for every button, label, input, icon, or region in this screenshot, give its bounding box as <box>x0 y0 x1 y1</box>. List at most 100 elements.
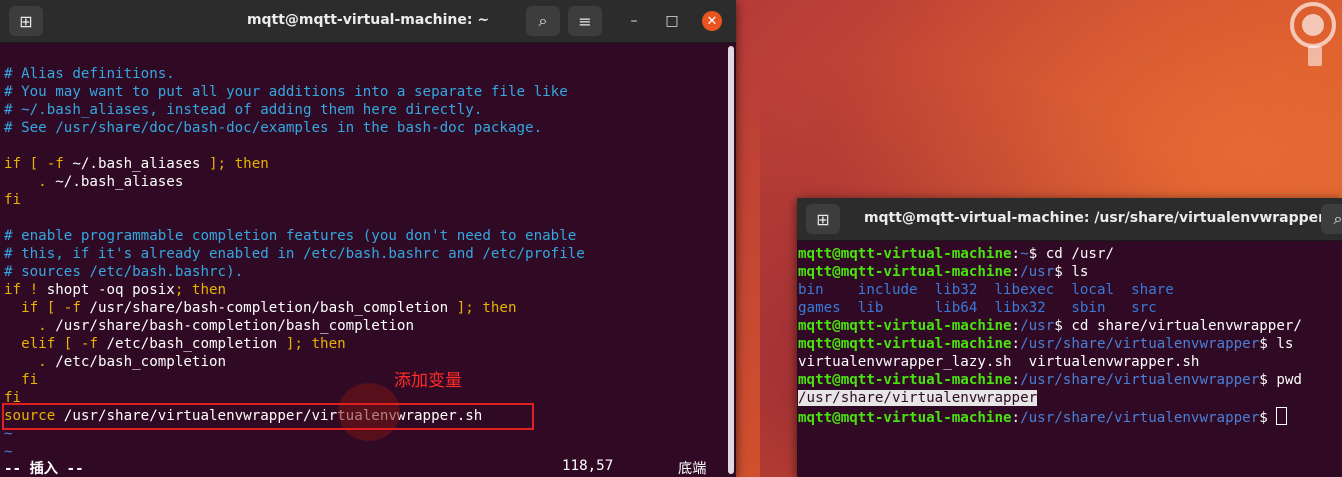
line-segment: . <box>4 318 56 334</box>
line-segment: /usr/share/bash-completion/bash_completi… <box>89 300 457 316</box>
terminal-line: games lib lib64 libx32 sbin src <box>798 299 1302 317</box>
terminal-line: # Alias definitions. <box>4 65 585 83</box>
left-scrollbar[interactable] <box>728 46 734 474</box>
maximize-icon[interactable]: □ <box>662 11 682 31</box>
line-segment: mqtt@mqtt-virtual-machine <box>798 336 1012 352</box>
terminal-line: fi <box>4 371 585 389</box>
line-segment: ]; then <box>456 300 517 316</box>
line-segment: $ pwd <box>1259 372 1302 388</box>
line-segment: /etc/bash_completion <box>106 336 286 352</box>
scroll-location: 底端 <box>678 461 707 477</box>
line-segment: $ <box>1259 410 1277 426</box>
search-icon[interactable]: ⌕ <box>1321 204 1342 234</box>
line-segment: mqtt@mqtt-virtual-machine <box>798 372 1012 388</box>
terminal-line: mqtt@mqtt-virtual-machine:/usr/share/vir… <box>798 335 1302 353</box>
terminal-line: mqtt@mqtt-virtual-machine:/usr$ cd share… <box>798 317 1302 335</box>
right-window-title: mqtt@mqtt-virtual-machine: /usr/share/vi… <box>863 210 1326 226</box>
terminal-line: mqtt@mqtt-virtual-machine:/usr$ ls <box>798 263 1302 281</box>
left-titlebar[interactable]: ⊞ mqtt@mqtt-virtual-machine: ~ ⌕ ≡ – □ ✕ <box>0 0 736 43</box>
line-segment: # See /usr/share/doc/bash-doc/examples i… <box>4 120 543 136</box>
line-segment: ]; then <box>209 156 269 172</box>
shell-output[interactable]: mqtt@mqtt-virtual-machine:~$ cd /usr/mqt… <box>798 245 1302 426</box>
line-segment: # ~/.bash_aliases, instead of adding the… <box>4 102 483 118</box>
line-segment: /usr/share/virtualenvwrapper <box>1020 410 1260 426</box>
terminal-line: # You may want to put all your additions… <box>4 83 585 101</box>
terminal-line: bin include lib32 libexec local share <box>798 281 1302 299</box>
terminal-line: virtualenvwrapper_lazy.sh virtualenvwrap… <box>798 353 1302 371</box>
ubuntu-logo-icon <box>1290 2 1336 66</box>
line-segment: # enable programmable completion feature… <box>4 228 577 244</box>
line-segment: games lib lib64 libx32 sbin src <box>798 300 1157 316</box>
line-segment: virtualenvwrapper_lazy.sh virtualenvwrap… <box>798 354 1200 370</box>
terminal-line: # this, if it's already enabled in /etc/… <box>4 245 585 263</box>
line-segment: ~ <box>1020 246 1029 262</box>
line-segment: bin include lib32 libexec local share <box>798 282 1174 298</box>
annotation-highlight-box <box>2 403 534 430</box>
terminal-line: # See /usr/share/doc/bash-doc/examples i… <box>4 119 585 137</box>
terminal-line: . ~/.bash_aliases <box>4 173 585 191</box>
line-segment: $ ls <box>1054 264 1089 280</box>
terminal-line: /usr/share/virtualenvwrapper <box>798 389 1302 407</box>
line-segment: if [ <box>4 156 47 172</box>
annotation-label: 添加变量 <box>394 371 462 391</box>
terminal-line: # ~/.bash_aliases, instead of adding the… <box>4 101 585 119</box>
terminal-line: elif [ -f /etc/bash_completion ]; then <box>4 335 585 353</box>
line-segment: # this, if it's already enabled in /etc/… <box>4 246 585 262</box>
close-icon[interactable]: ✕ <box>702 11 722 31</box>
line-segment: $ cd /usr/ <box>1028 246 1115 262</box>
terminal-line: # enable programmable completion feature… <box>4 227 585 245</box>
minimize-icon[interactable]: – <box>624 11 644 31</box>
line-segment: ~/.bash_aliases <box>72 156 210 172</box>
line-segment: # You may want to put all your additions… <box>4 84 568 100</box>
line-segment: : <box>1011 246 1021 262</box>
terminal-line: fi <box>4 191 585 209</box>
cursor-position: 118,57 <box>562 458 614 474</box>
line-segment: elif [ <box>4 336 81 352</box>
line-segment: : <box>1011 264 1021 280</box>
line-segment: mqtt@mqtt-virtual-machine <box>798 264 1012 280</box>
line-segment: /usr/share/bash-completion/bash_completi… <box>55 318 414 334</box>
line-segment: : <box>1011 410 1021 426</box>
left-terminal-window[interactable]: ⊞ mqtt@mqtt-virtual-machine: ~ ⌕ ≡ – □ ✕… <box>0 0 736 477</box>
vim-status-line: -- 插入 -- 118,57 底端 <box>4 458 724 477</box>
terminal-line: mqtt@mqtt-virtual-machine:/usr/share/vir… <box>798 407 1302 426</box>
terminal-line: mqtt@mqtt-virtual-machine:~$ cd /usr/ <box>798 245 1302 263</box>
text-cursor <box>1276 407 1288 425</box>
terminal-line: if ! shopt -oq posix; then <box>4 281 585 299</box>
terminal-line: . /usr/share/bash-completion/bash_comple… <box>4 317 585 335</box>
vim-mode: -- 插入 -- <box>4 461 84 477</box>
line-segment: /usr <box>1020 264 1055 280</box>
line-segment: # Alias definitions. <box>4 66 175 82</box>
terminal-line: if [ -f ~/.bash_aliases ]; then <box>4 155 585 173</box>
line-segment: if [ <box>4 300 64 316</box>
right-terminal-window[interactable]: ⊞ mqtt@mqtt-virtual-machine: /usr/share/… <box>797 198 1342 477</box>
vim-editor-content[interactable]: # Alias definitions. # You may want to pu… <box>4 65 585 461</box>
line-segment: shopt -oq posix <box>46 282 175 298</box>
line-segment: ; then <box>174 282 227 298</box>
line-segment: ]; then <box>285 336 346 352</box>
search-icon[interactable]: ⌕ <box>526 6 560 36</box>
line-segment: $ cd share/virtualenvwrapper/ <box>1054 318 1302 334</box>
line-segment: : <box>1011 372 1021 388</box>
line-segment: $ ls <box>1259 336 1294 352</box>
right-titlebar[interactable]: ⊞ mqtt@mqtt-virtual-machine: /usr/share/… <box>797 198 1342 241</box>
line-segment: mqtt@mqtt-virtual-machine <box>798 318 1012 334</box>
line-segment: mqtt@mqtt-virtual-machine <box>798 246 1012 262</box>
line-segment: -f <box>63 300 90 316</box>
line-segment: /usr/share/virtualenvwrapper <box>1020 336 1260 352</box>
line-segment: /usr/share/virtualenvwrapper <box>798 390 1038 406</box>
terminal-line: if [ -f /usr/share/bash-completion/bash_… <box>4 299 585 317</box>
line-segment: fi <box>4 192 22 208</box>
line-segment: if ! <box>4 282 47 298</box>
menu-icon[interactable]: ≡ <box>568 6 602 36</box>
terminal-line: . /etc/bash_completion <box>4 353 585 371</box>
line-segment: : <box>1011 336 1021 352</box>
line-segment: /etc/bash_completion <box>55 354 227 370</box>
line-segment: /usr/share/virtualenvwrapper <box>1020 372 1260 388</box>
line-segment: -f <box>46 156 73 172</box>
line-segment: . <box>4 174 56 190</box>
line-segment: # sources /etc/bash.bashrc). <box>4 264 244 280</box>
line-segment: fi <box>4 372 39 388</box>
